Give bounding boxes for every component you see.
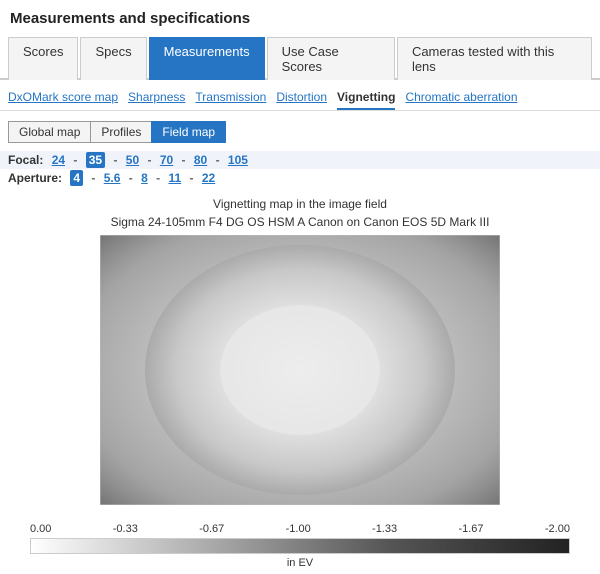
tab-measurements[interactable]: Measurements bbox=[149, 37, 265, 80]
aperture-11[interactable]: 11 bbox=[168, 171, 181, 185]
aperture-22[interactable]: 22 bbox=[202, 171, 215, 185]
aperture-label: Aperture: bbox=[8, 171, 62, 185]
focal-24[interactable]: 24 bbox=[52, 153, 65, 167]
focal-70[interactable]: 70 bbox=[160, 153, 173, 167]
focal-50[interactable]: 50 bbox=[126, 153, 139, 167]
aperture-4[interactable]: 4 bbox=[70, 170, 83, 186]
legend-label-5: -1.67 bbox=[458, 523, 483, 535]
sub-tab-bar: DxOMark score map Sharpness Transmission… bbox=[0, 80, 600, 111]
tab-cameras-tested[interactable]: Cameras tested with this lens bbox=[397, 37, 592, 80]
aperture-8[interactable]: 8 bbox=[141, 171, 148, 185]
tab-specs[interactable]: Specs bbox=[80, 37, 146, 80]
legend-label-1: -0.33 bbox=[113, 523, 138, 535]
aperture-5-6[interactable]: 5.6 bbox=[104, 171, 121, 185]
subtab-transmission[interactable]: Transmission bbox=[195, 86, 266, 110]
top-tab-bar: Scores Specs Measurements Use Case Score… bbox=[0, 35, 600, 80]
vignetting-field-map bbox=[100, 235, 500, 505]
legend-label-4: -1.33 bbox=[372, 523, 397, 535]
aperture-row: Aperture: 4 - 5.6 - 8 - 11 - 22 bbox=[0, 169, 600, 187]
focal-row: Focal: 24 - 35 - 50 - 70 - 80 - 105 bbox=[0, 151, 600, 169]
map-tab-profiles[interactable]: Profiles bbox=[90, 121, 152, 143]
legend-label-6: -2.00 bbox=[545, 523, 570, 535]
subtab-sharpness[interactable]: Sharpness bbox=[128, 86, 185, 110]
chart-title: Vignetting map in the image field Sigma … bbox=[10, 195, 590, 231]
map-tab-global[interactable]: Global map bbox=[8, 121, 91, 143]
legend-bar bbox=[30, 538, 570, 554]
legend-unit: in EV bbox=[10, 557, 590, 569]
legend-area: 0.00 -0.33 -0.67 -1.00 -1.33 -1.67 -2.00… bbox=[0, 513, 600, 574]
subtab-chromatic-aberration[interactable]: Chromatic aberration bbox=[405, 86, 517, 110]
focal-80[interactable]: 80 bbox=[194, 153, 207, 167]
tab-scores[interactable]: Scores bbox=[8, 37, 78, 80]
subtab-vignetting[interactable]: Vignetting bbox=[337, 86, 395, 110]
map-tab-bar: Global map Profiles Field map bbox=[0, 117, 600, 147]
legend-labels: 0.00 -0.33 -0.67 -1.00 -1.33 -1.67 -2.00 bbox=[10, 523, 590, 535]
subtab-dxomark-score-map[interactable]: DxOMark score map bbox=[8, 86, 118, 110]
legend-label-0: 0.00 bbox=[30, 523, 51, 535]
chart-container: Vignetting map in the image field Sigma … bbox=[0, 187, 600, 513]
subtab-distortion[interactable]: Distortion bbox=[276, 86, 327, 110]
tab-use-case-scores[interactable]: Use Case Scores bbox=[267, 37, 395, 80]
page-title: Measurements and specifications bbox=[0, 0, 600, 35]
focal-105[interactable]: 105 bbox=[228, 153, 248, 167]
focal-35[interactable]: 35 bbox=[86, 152, 105, 168]
legend-label-2: -0.67 bbox=[199, 523, 224, 535]
focal-label: Focal: bbox=[8, 153, 43, 167]
legend-label-3: -1.00 bbox=[286, 523, 311, 535]
map-tab-field[interactable]: Field map bbox=[151, 121, 226, 143]
